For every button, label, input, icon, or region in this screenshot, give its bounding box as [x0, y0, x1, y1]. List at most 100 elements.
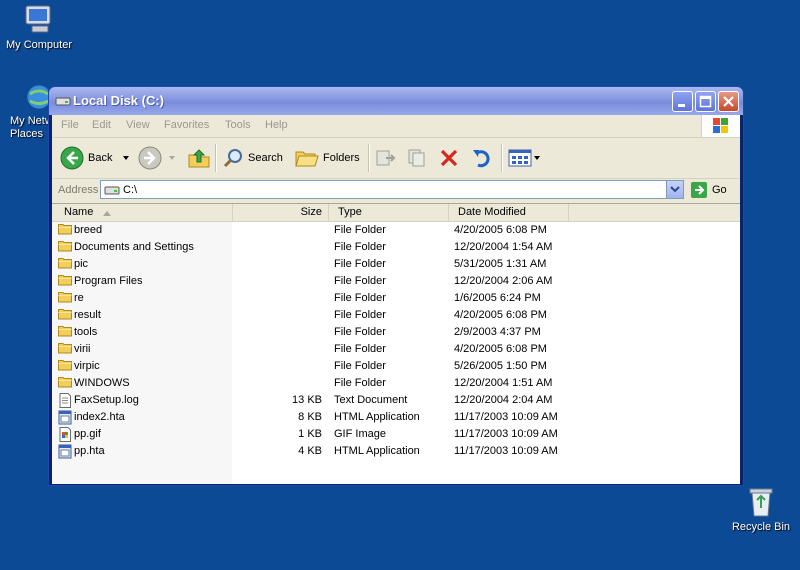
file-date: 2/9/2003 4:37 PM: [454, 326, 541, 338]
column-size-label: Size: [300, 206, 322, 218]
file-row[interactable]: re File Folder 1/6/2005 6:24 PM: [52, 290, 740, 307]
column-header-type[interactable]: Type: [329, 204, 449, 221]
folders-button[interactable]: Folders: [295, 138, 360, 178]
menu-file[interactable]: File: [61, 119, 79, 131]
go-button[interactable]: Go: [690, 180, 727, 199]
file-row[interactable]: Documents and Settings File Folder 12/20/2…: [52, 239, 740, 256]
address-label: Address: [58, 184, 99, 196]
file-type: File Folder: [334, 309, 386, 321]
address-input[interactable]: C:\: [100, 180, 684, 199]
desktop-icon-label: Recycle Bin: [731, 521, 791, 533]
maximize-button[interactable]: [695, 91, 716, 112]
file-date: 5/26/2005 1:50 PM: [454, 360, 547, 372]
search-icon: [223, 149, 242, 168]
menu-favorites[interactable]: Favorites: [164, 119, 209, 131]
move-to-icon: [376, 150, 396, 166]
chevron-down-icon: [169, 156, 175, 160]
file-row[interactable]: pic File Folder 5/31/2005 1:31 AM: [52, 256, 740, 273]
folders-icon: [295, 151, 319, 167]
chevron-down-icon[interactable]: [120, 153, 132, 163]
file-type: File Folder: [334, 360, 386, 372]
file-date: 12/20/2004 1:54 AM: [454, 241, 553, 253]
file-row[interactable]: virii File Folder 4/20/2005 6:08 PM: [52, 341, 740, 358]
close-button[interactable]: [718, 91, 739, 112]
file-row[interactable]: breed File Folder 4/20/2005 6:08 PM: [52, 222, 740, 239]
file-date: 12/20/2004 2:06 AM: [454, 275, 553, 287]
file-row[interactable]: virpic File Folder 5/26/2005 1:50 PM: [52, 358, 740, 375]
file-type: File Folder: [334, 241, 386, 253]
toolbar-separator: [501, 144, 503, 172]
file-row[interactable]: pp.gif 1 KB GIF Image 11/17/2003 10:09 AM: [52, 426, 740, 443]
file-name: pp.hta: [74, 445, 105, 457]
up-folder-icon: [188, 149, 210, 168]
file-row[interactable]: result File Folder 4/20/2005 6:08 PM: [52, 307, 740, 324]
file-row[interactable]: WINDOWS File Folder 12/20/2004 1:51 AM: [52, 375, 740, 392]
menu-view[interactable]: View: [126, 119, 150, 131]
search-label: Search: [248, 152, 283, 164]
file-type: File Folder: [334, 326, 386, 338]
menu-bar: File Edit View Favorites Tools Help: [52, 115, 740, 138]
search-button[interactable]: Search: [222, 138, 283, 178]
menu-tools[interactable]: Tools: [225, 119, 251, 131]
views-button[interactable]: [508, 138, 542, 178]
file-name: Program Files: [74, 275, 143, 287]
file-row[interactable]: FaxSetup.log 13 KB Text Document 12/20/2004…: [52, 392, 740, 409]
address-dropdown-button[interactable]: [666, 181, 683, 198]
copy-to-button[interactable]: [406, 138, 430, 178]
desktop-icon-recycle-bin[interactable]: Recycle Bin: [722, 486, 800, 534]
file-name: tools: [74, 326, 98, 338]
menu-edit[interactable]: Edit: [92, 119, 111, 131]
up-folder-button[interactable]: [187, 138, 211, 178]
address-value: C:\: [123, 184, 138, 196]
file-type: File Folder: [334, 292, 386, 304]
file-row[interactable]: pp.hta 4 KB HTML Application 11/17/2003 10:…: [52, 443, 740, 460]
address-bar: Address C:\ Go: [52, 179, 740, 201]
title-bar[interactable]: Local Disk (C:): [49, 87, 743, 115]
file-type: File Folder: [334, 258, 386, 270]
local-disk-icon: [55, 97, 71, 106]
go-label: Go: [712, 183, 727, 196]
copy-to-icon: [408, 149, 425, 167]
window-body: File Edit View Favorites Tools Help Back…: [52, 115, 740, 484]
desktop-icon-my-computer[interactable]: My Computer: [0, 4, 78, 52]
forward-button[interactable]: [138, 138, 178, 178]
file-date: 4/20/2005 6:08 PM: [454, 224, 547, 236]
file-name: re: [74, 292, 84, 304]
file-row[interactable]: Program Files File Folder 12/20/2004 2:06 …: [52, 273, 740, 290]
file-row[interactable]: index2.hta 8 KB HTML Application 11/17/2003…: [52, 409, 740, 426]
file-name: breed: [74, 224, 103, 236]
column-date-label: Date Modified: [458, 206, 526, 218]
back-button[interactable]: Back: [60, 138, 132, 178]
file-type: File Folder: [334, 224, 386, 236]
minimize-icon: [678, 104, 685, 107]
column-type-label: Type: [338, 206, 362, 218]
minimize-button[interactable]: [672, 91, 693, 112]
menu-help[interactable]: Help: [265, 119, 288, 131]
file-name: index2.hta: [74, 411, 125, 423]
file-date: 11/17/2003 10:09 AM: [454, 428, 558, 440]
file-row[interactable]: tools File Folder 2/9/2003 4:37 PM: [52, 324, 740, 341]
column-header-size[interactable]: Size: [233, 204, 329, 221]
windows-logo: [701, 115, 740, 137]
file-type: HTML Application: [334, 445, 420, 457]
file-date: 11/17/2003 10:09 AM: [454, 445, 558, 457]
delete-button[interactable]: [438, 138, 460, 178]
column-name-label: Name: [64, 206, 94, 218]
file-date: 12/20/2004 2:04 AM: [454, 394, 553, 406]
delete-x-icon: [440, 149, 458, 167]
file-name: result: [74, 309, 101, 321]
desktop-icon-my-network-places[interactable]: My Network Places: [0, 82, 48, 141]
chevron-down-icon: [670, 186, 680, 193]
column-header-name[interactable]: Name: [52, 204, 233, 221]
hta-file-icon: [58, 444, 72, 465]
file-type: File Folder: [334, 377, 386, 389]
file-name: virpic: [74, 360, 100, 372]
file-type: Text Document: [334, 394, 408, 406]
file-size: 8 KB: [298, 411, 322, 423]
move-to-button[interactable]: [374, 138, 398, 178]
close-icon: [723, 96, 734, 107]
undo-button[interactable]: [470, 138, 494, 178]
column-header-date[interactable]: Date Modified: [449, 204, 569, 221]
file-date: 5/31/2005 1:31 AM: [454, 258, 547, 270]
file-date: 4/20/2005 6:08 PM: [454, 343, 547, 355]
